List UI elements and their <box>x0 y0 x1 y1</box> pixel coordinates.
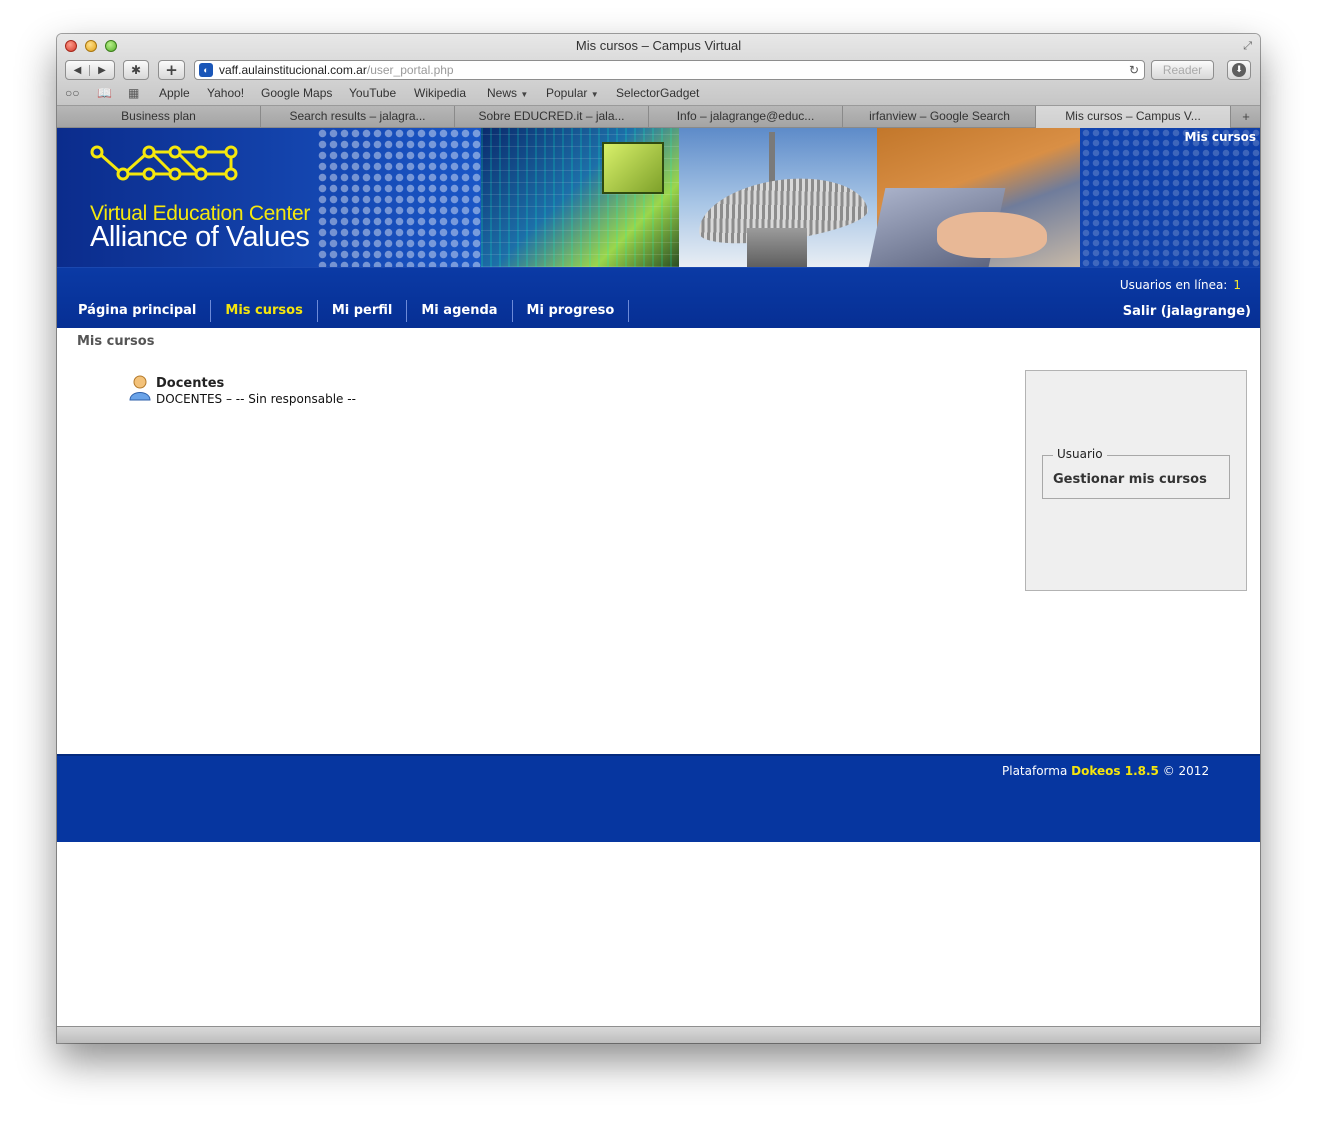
tab-mis-cursos[interactable]: Mis cursos – Campus V... <box>1035 106 1231 128</box>
address-bar[interactable]: ◐ vaff.aulainstitucional.com.ar/user_por… <box>194 60 1145 80</box>
bookmark-popular-label: Popular <box>546 86 588 100</box>
status-bar <box>57 1026 1260 1043</box>
url-host: vaff.aulainstitucional.com.ar <box>219 63 367 77</box>
nav-menu: Página principal Mis cursos Mi perfil Mi… <box>64 300 630 322</box>
dot-pattern <box>1081 128 1260 267</box>
tab-irfanview[interactable]: irfanview – Google Search <box>843 106 1037 128</box>
manage-courses-link[interactable]: Gestionar mis cursos <box>1053 472 1207 487</box>
browser-toolbar: Mis cursos – Campus Virtual ⤢ ◀ ▶ ✱ + ◐ … <box>57 34 1260 106</box>
users-online-count[interactable]: 1 <box>1233 278 1241 292</box>
bookmark-youtube[interactable]: YouTube <box>349 86 396 100</box>
logout-link[interactable]: Salir (jalagrange) <box>1123 304 1251 319</box>
back-arrow-icon[interactable]: ◀ <box>66 64 90 76</box>
fullscreen-icon[interactable]: ⤢ <box>1243 39 1252 53</box>
window-title: Mis cursos – Campus Virtual <box>575 38 742 53</box>
network-logo-icon <box>90 145 238 181</box>
download-icon: ⬇ <box>1232 63 1246 77</box>
bookmark-google-maps[interactable]: Google Maps <box>261 86 332 100</box>
bookmark-popular[interactable]: Popular ▼ <box>546 86 599 100</box>
dish-base <box>747 228 807 267</box>
nav-item-home[interactable]: Página principal <box>64 300 212 322</box>
download-button[interactable]: ⬇ <box>1227 60 1251 80</box>
back-forward-control: ◀ ▶ <box>65 60 115 80</box>
tab-business-plan[interactable]: Business plan <box>57 106 261 128</box>
users-online-label: Usuarios en línea: <box>1119 278 1228 292</box>
new-tab-icon[interactable]: + <box>1232 106 1260 128</box>
bookmark-news-label: News <box>487 86 518 100</box>
chip-shape <box>602 142 664 194</box>
footer-brand-link[interactable]: Dokeos 1.8.5 <box>1071 764 1159 778</box>
bookmark-news[interactable]: News ▼ <box>487 86 528 100</box>
bookmark-yahoo[interactable]: Yahoo! <box>207 86 244 100</box>
site-favicon-icon: ◐ <box>199 63 213 77</box>
user-menu-panel: Usuario Gestionar mis cursos <box>1025 370 1247 591</box>
puzzle-icon[interactable]: ✱ <box>123 60 149 80</box>
reload-icon[interactable]: ↻ <box>1129 61 1139 79</box>
bookmark-selectorgadget[interactable]: SelectorGadget <box>616 86 699 100</box>
breadcrumb: Mis cursos <box>77 334 155 349</box>
footer-prefix: Plataforma <box>1002 764 1068 778</box>
chevron-down-icon: ▼ <box>520 90 529 99</box>
tab-search-results[interactable]: Search results – jalagra... <box>261 106 455 128</box>
users-online: Usuarios en línea: 1 <box>1120 278 1241 292</box>
tab-bar: Business plan Search results – jalagra..… <box>57 106 1260 128</box>
hand-shape <box>937 212 1047 258</box>
site-banner: Virtual Education Center Alliance of Val… <box>57 128 1260 267</box>
course-title-link[interactable]: Docentes <box>156 376 224 391</box>
user-fieldset: Usuario Gestionar mis cursos <box>1042 447 1230 499</box>
url-text: vaff.aulainstitucional.com.ar/user_porta… <box>219 61 454 79</box>
bookmark-wikipedia[interactable]: Wikipedia <box>414 86 466 100</box>
nav-item-my-agenda[interactable]: Mi agenda <box>407 300 513 322</box>
nav-item-my-profile[interactable]: Mi perfil <box>318 300 408 322</box>
footer-copyright: © 2012 <box>1162 764 1210 778</box>
reader-button[interactable]: Reader <box>1151 60 1214 80</box>
grid-icon[interactable]: ▦ <box>128 86 139 100</box>
glasses-icon[interactable]: ○○ <box>65 86 80 100</box>
url-path: /user_portal.php <box>366 63 454 77</box>
user-icon <box>129 375 151 401</box>
user-fieldset-legend: Usuario <box>1053 447 1107 461</box>
open-book-icon[interactable]: 📖 <box>97 86 112 100</box>
nav-item-my-progress[interactable]: Mi progreso <box>513 300 630 322</box>
web-page: Virtual Education Center Alliance of Val… <box>57 128 1260 1026</box>
brand-line-2: Alliance of Values <box>90 221 310 253</box>
nav-item-my-courses[interactable]: Mis cursos <box>211 300 318 322</box>
bookmarks-bar: ○○ 📖 ▦ Apple Yahoo! Google Maps YouTube … <box>57 84 1260 104</box>
tab-educred[interactable]: Sobre EDUCRED.it – jala... <box>455 106 649 128</box>
forward-arrow-icon[interactable]: ▶ <box>90 65 114 76</box>
banner-section-title: Mis cursos <box>1184 130 1256 144</box>
footer-text: Plataforma Dokeos 1.8.5 © 2012 <box>1002 764 1209 778</box>
browser-window: Mis cursos – Campus Virtual ⤢ ◀ ▶ ✱ + ◐ … <box>57 34 1260 1043</box>
page-footer: Plataforma Dokeos 1.8.5 © 2012 <box>57 754 1260 842</box>
bookmark-apple[interactable]: Apple <box>159 86 190 100</box>
tab-info[interactable]: Info – jalagrange@educ... <box>649 106 843 128</box>
dot-pattern <box>317 128 482 267</box>
main-navbar: Usuarios en línea: 1 Página principal Mis… <box>57 267 1260 328</box>
chevron-down-icon: ▼ <box>590 90 599 99</box>
course-description: DOCENTES – -- Sin responsable -- <box>156 392 356 406</box>
plus-icon[interactable]: + <box>158 60 185 80</box>
